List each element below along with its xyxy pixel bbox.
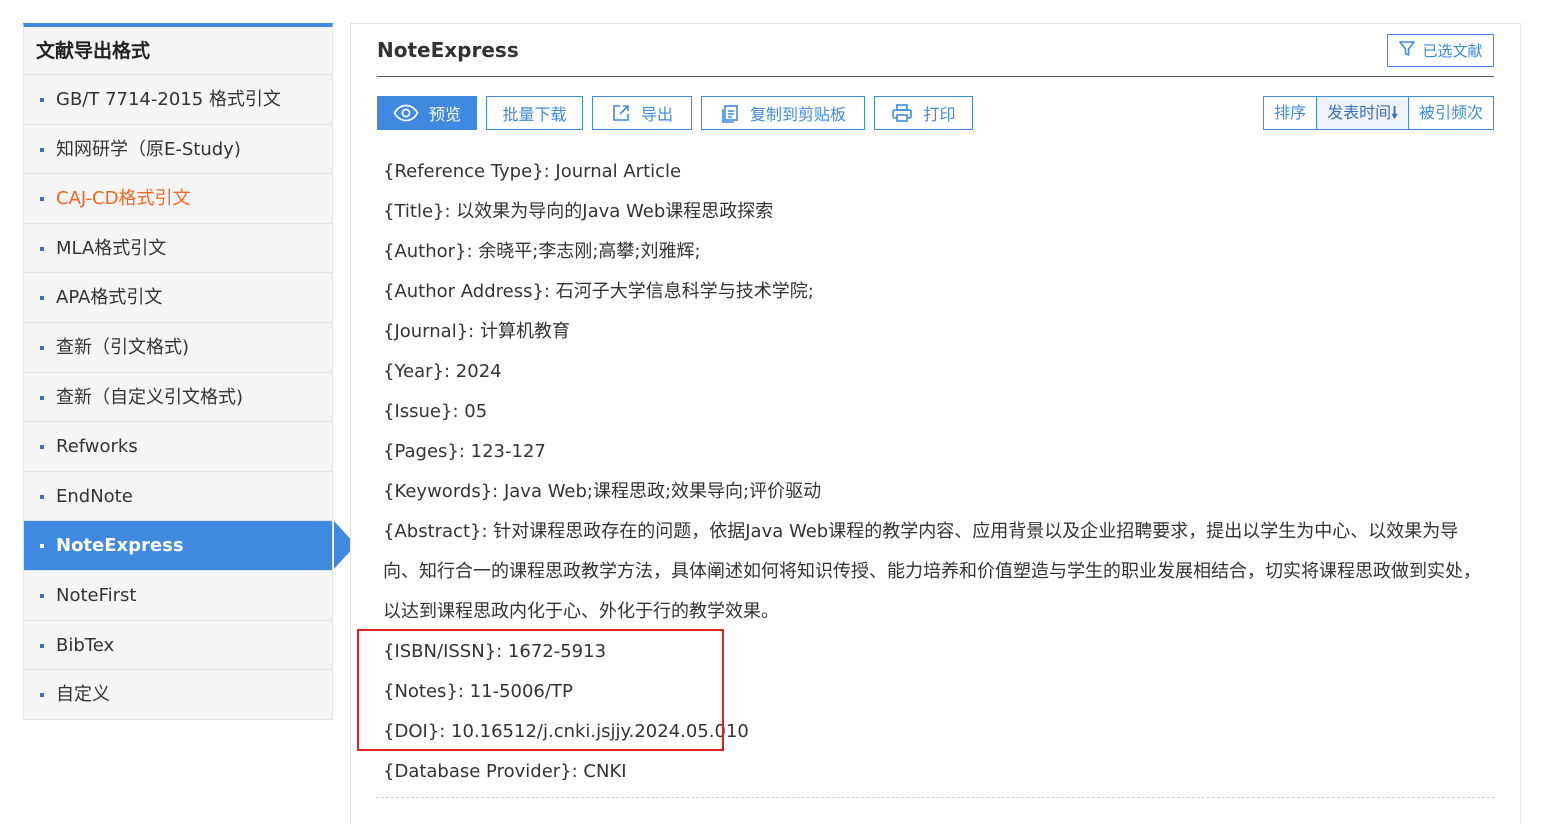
sidebar-item-9[interactable]: NoteExpress	[24, 521, 356, 571]
batch-download-label: 批量下载	[502, 105, 567, 124]
bullet-icon	[40, 593, 44, 598]
bullet-icon	[40, 395, 44, 400]
record-field: {Title}: 以效果为导向的Java Web课程思政探索	[383, 201, 774, 222]
toolbar: 预览 批量下载 导出 复制到剪贴板 打印	[377, 96, 973, 130]
sidebar-item-10[interactable]: NoteFirst	[24, 571, 332, 621]
bullet-icon	[40, 296, 44, 301]
sidebar-item-5[interactable]: 查新（引文格式)	[24, 323, 332, 373]
record-field: {Notes}: 11-5006/TP	[383, 681, 573, 702]
sidebar-item-11[interactable]: BibTex	[24, 621, 332, 671]
sidebar-item-label: BibTex	[56, 634, 115, 656]
record-field: {Author Address}: 石河子大学信息科学与技术学院;	[383, 281, 814, 302]
content-bottom-divider	[376, 797, 1495, 798]
sidebar-title: 文献导出格式	[24, 27, 332, 75]
sidebar-item-1[interactable]: 知网研学（原E-Study)	[24, 125, 332, 175]
bullet-icon	[40, 98, 44, 102]
sidebar-item-3[interactable]: MLA格式引文	[24, 224, 332, 274]
sidebar-item-label: 知网研学（原E-Study)	[56, 138, 241, 160]
sort-pub-time-label: 发表时间	[1327, 103, 1392, 122]
record-field: {Author}: 余晓平;李志刚;高攀;刘雅辉;	[383, 241, 701, 262]
sort-bar: 排序 发表时间🠗 被引频次	[1263, 96, 1494, 130]
page-title: NoteExpress	[377, 38, 519, 62]
sort-label: 排序	[1264, 97, 1318, 129]
record-field: {Year}: 2024	[383, 361, 502, 382]
export-icon	[611, 103, 631, 123]
sidebar-item-12[interactable]: 自定义	[24, 670, 332, 720]
record-field: {Pages}: 123-127	[383, 441, 546, 462]
record-field: {ISBN/ISSN}: 1672-5913	[383, 641, 607, 662]
bullet-icon	[40, 544, 44, 549]
record-field: {Issue}: 05	[383, 401, 488, 422]
sidebar-item-label: APA格式引文	[56, 287, 163, 309]
sidebar-item-label: 查新（自定义引文格式)	[56, 386, 244, 408]
bullet-icon	[40, 643, 44, 648]
sidebar-item-label: EndNote	[56, 485, 133, 507]
record-field: {Reference Type}: Journal Article	[383, 161, 682, 182]
main-panel: NoteExpress 已选文献 预览 批量下载 导出 复制到剪贴板 打印 排序…	[350, 23, 1521, 824]
sidebar-item-label: NoteFirst	[56, 584, 137, 606]
record-preview: {Reference Type}: Journal Article {Title}…	[383, 152, 1493, 792]
bullet-icon	[40, 693, 44, 698]
sort-by-citations[interactable]: 被引频次	[1409, 97, 1493, 129]
record-field: {Journal}: 计算机教育	[383, 321, 570, 342]
filter-icon	[1398, 40, 1416, 62]
record-field: {DOI}: 10.16512/j.cnki.jsjjy.2024.05.010	[383, 721, 749, 742]
sidebar-item-6[interactable]: 查新（自定义引文格式)	[24, 373, 332, 423]
sidebar-item-label: GB/T 7714-2015 格式引文	[56, 89, 281, 110]
bullet-icon	[40, 494, 44, 499]
batch-download-button[interactable]: 批量下载	[486, 96, 583, 130]
sidebar-item-4[interactable]: APA格式引文	[24, 273, 332, 323]
preview-label: 预览	[428, 105, 461, 124]
clipboard-icon	[720, 103, 740, 123]
export-label: 导出	[640, 105, 673, 124]
sidebar-item-label: 自定义	[56, 684, 110, 706]
eye-icon	[393, 104, 419, 122]
print-label: 打印	[923, 105, 956, 124]
print-button[interactable]: 打印	[874, 96, 973, 130]
record-field: {Keywords}: Java Web;课程思政;效果导向;评价驱动	[383, 481, 822, 502]
export-format-sidebar: 文献导出格式 GB/T 7714-2015 格式引文 知网研学（原E-Study)…	[23, 23, 356, 720]
selected-docs-label: 已选文献	[1422, 42, 1483, 60]
title-divider	[377, 76, 1494, 77]
sidebar-item-0[interactable]: GB/T 7714-2015 格式引文	[24, 75, 332, 125]
arrow-down-icon: 🠗	[1391, 103, 1398, 122]
copy-label: 复制到剪贴板	[749, 105, 846, 124]
export-button[interactable]: 导出	[592, 96, 692, 130]
record-field: {Abstract}: 针对课程思政存在的问题，依据Java Web课程的教学内…	[383, 521, 1481, 622]
preview-button[interactable]: 预览	[377, 96, 477, 130]
bullet-icon	[40, 445, 44, 450]
sidebar-item-label: MLA格式引文	[56, 237, 167, 259]
record-field: {Database Provider}: CNKI	[383, 761, 627, 782]
sidebar-item-label: 查新（引文格式)	[56, 336, 190, 358]
sidebar-item-2[interactable]: CAJ-CD格式引文	[24, 174, 332, 224]
format-list: GB/T 7714-2015 格式引文 知网研学（原E-Study) CAJ-CD格…	[24, 75, 356, 720]
bullet-icon	[40, 246, 44, 251]
sidebar-item-label: NoteExpress	[56, 535, 184, 557]
bullet-icon	[40, 197, 44, 202]
sidebar-item-label: Refworks	[56, 436, 138, 458]
sidebar-item-8[interactable]: EndNote	[24, 472, 332, 522]
bullet-icon	[40, 345, 44, 350]
copy-to-clipboard-button[interactable]: 复制到剪贴板	[701, 96, 865, 130]
bullet-icon	[40, 147, 44, 152]
sidebar-item-label: CAJ-CD格式引文	[56, 188, 191, 210]
printer-icon	[891, 103, 913, 123]
sidebar-item-7[interactable]: Refworks	[24, 422, 332, 472]
sort-by-pub-time[interactable]: 发表时间🠗	[1317, 97, 1409, 129]
selected-docs-button[interactable]: 已选文献	[1387, 34, 1494, 67]
